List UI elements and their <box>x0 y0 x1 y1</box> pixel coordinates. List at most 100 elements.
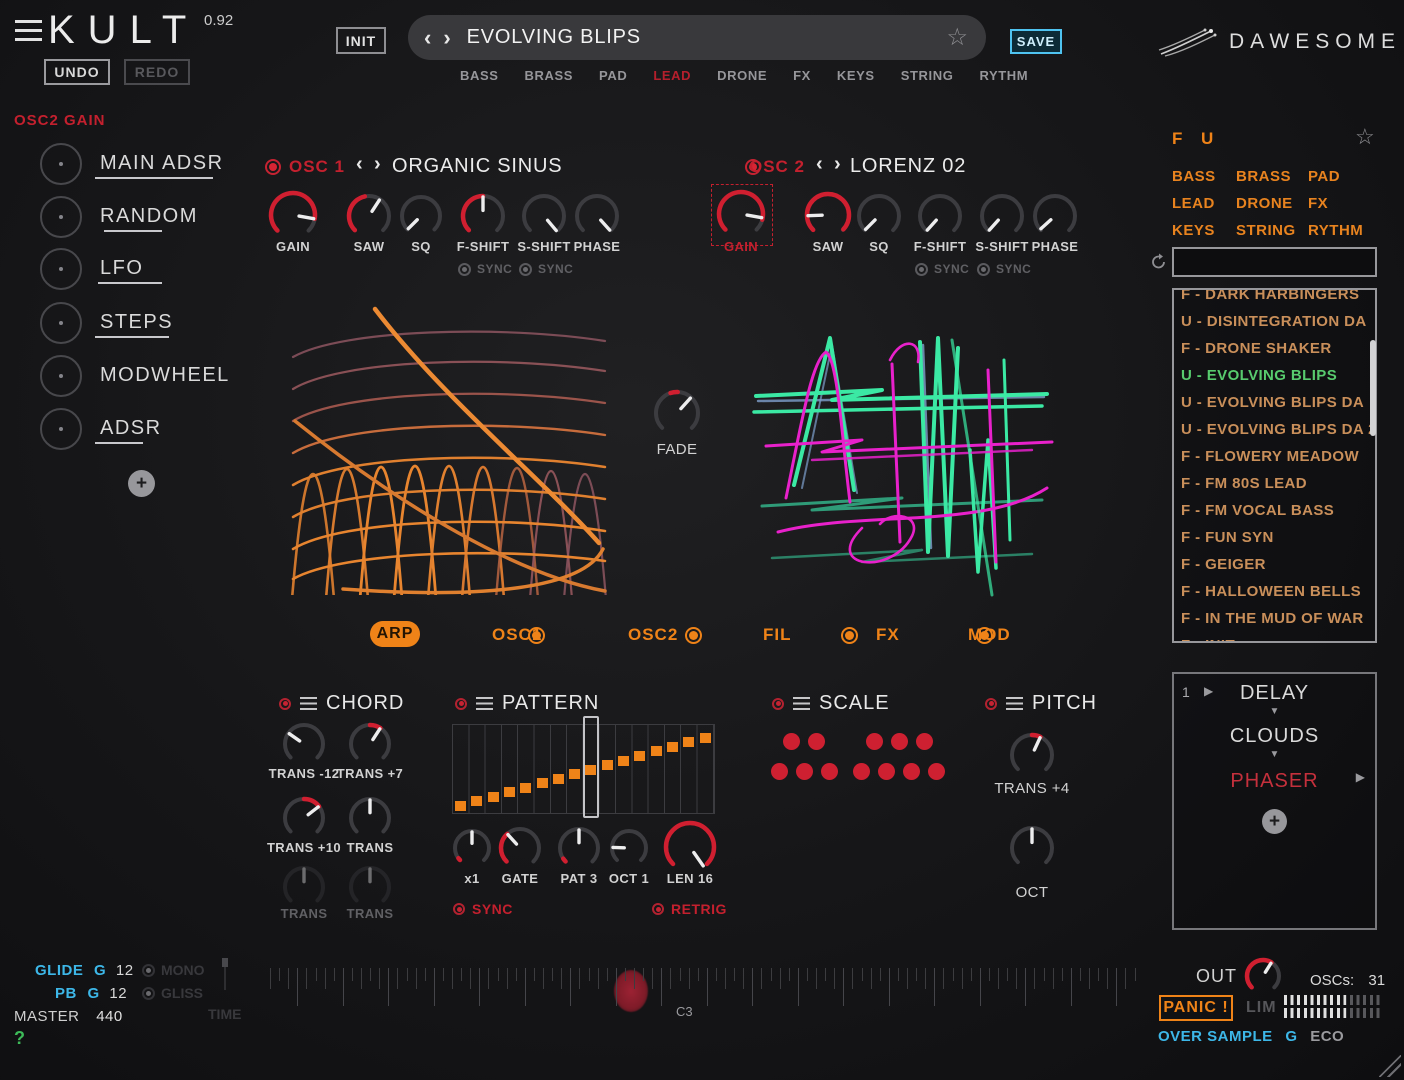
mod-amount-knob[interactable] <box>40 196 82 238</box>
osc1-wave-name[interactable]: ORGANIC SINUS <box>392 155 562 178</box>
osc2-gain-knob[interactable] <box>715 188 767 240</box>
add-fx-button[interactable]: + <box>1262 809 1287 834</box>
glide-setting[interactable]: GLIDE G 12 <box>35 962 134 979</box>
preset-list[interactable]: F - DARK HARBINGERS U - DISINTEGRATION D… <box>1172 288 1377 643</box>
mod-amount-knob[interactable] <box>40 143 82 185</box>
mod-slot-random[interactable]: RANDOM <box>0 196 240 238</box>
preset-item[interactable]: F - IN THE MUD OF WAR <box>1174 605 1375 632</box>
osc2-wave-next-icon[interactable]: › <box>834 154 841 174</box>
scale-note-g[interactable] <box>878 763 895 780</box>
preset-prev-icon[interactable]: ‹ <box>424 26 431 49</box>
panic-button[interactable]: PANIC ! <box>1159 995 1233 1021</box>
osc1-enable-led[interactable] <box>265 159 281 175</box>
sync-radio-icon[interactable] <box>915 262 928 276</box>
mod-slot-main-adsr[interactable]: MAIN ADSR <box>0 143 240 185</box>
preset-item[interactable]: F - FUN SYN <box>1174 524 1375 551</box>
pattern-retrig-toggle[interactable]: RETRIG <box>652 901 727 917</box>
mod-amount-slider[interactable] <box>95 442 143 444</box>
osc2-fshift-knob[interactable] <box>916 192 964 240</box>
preset-item[interactable]: F - FM VOCAL BASS <box>1174 497 1375 524</box>
pattern-menu-icon[interactable] <box>476 697 493 710</box>
chord-trans4-knob[interactable] <box>347 795 393 841</box>
master-tune-setting[interactable]: MASTER 440 <box>14 1008 123 1025</box>
tab-fx[interactable]: FX <box>876 625 900 645</box>
scale-enable-led[interactable] <box>772 697 784 710</box>
chord-trans1-knob[interactable] <box>281 721 327 767</box>
redo-button[interactable]: REDO <box>124 59 190 85</box>
osc2-saw-knob[interactable] <box>803 190 853 240</box>
pattern-step[interactable] <box>618 755 629 766</box>
keyboard-strip[interactable]: C3 <box>270 966 1138 1019</box>
pattern-step[interactable] <box>487 791 499 802</box>
tab-osc2-led[interactable] <box>684 627 702 644</box>
pattern-step[interactable] <box>455 801 466 811</box>
category-tab-brass[interactable]: BRASS <box>525 68 574 83</box>
preset-item[interactable]: F - DARK HARBINGERS <box>1174 290 1375 308</box>
osc1-saw-knob[interactable] <box>345 192 393 240</box>
osc1-sq-knob[interactable] <box>398 193 444 239</box>
osc-fade-knob[interactable] <box>652 388 702 438</box>
browser-cat-drone[interactable]: DRONE <box>1236 195 1293 212</box>
osc1-wave-next-icon[interactable]: › <box>374 154 381 174</box>
scale-note-gsharp[interactable] <box>891 733 908 750</box>
sync-led[interactable] <box>453 903 465 915</box>
browser-cat-fx[interactable]: FX <box>1308 195 1328 212</box>
category-tab-string[interactable]: STRING <box>901 68 954 83</box>
browser-cat-pad[interactable]: PAD <box>1308 168 1340 185</box>
pattern-step[interactable] <box>634 750 646 761</box>
preset-item[interactable]: F - DRONE SHAKER <box>1174 335 1375 362</box>
pattern-gate-knob[interactable] <box>497 825 543 871</box>
fx-delay-dropdown-icon[interactable]: ▼ <box>1174 707 1375 717</box>
preset-item[interactable]: U - EVOLVING BLIPS DA 2 <box>1174 416 1375 443</box>
mod-slot-lfo[interactable]: LFO <box>0 248 240 290</box>
preset-next-icon[interactable]: › <box>443 26 450 49</box>
chord-trans6-knob[interactable] <box>347 864 393 910</box>
preset-search-input[interactable] <box>1172 247 1377 277</box>
osc1-fshift-knob[interactable] <box>459 192 507 240</box>
scale-menu-icon[interactable] <box>793 697 810 710</box>
tab-mod[interactable]: MOD <box>968 625 1011 645</box>
gliss-radio-icon[interactable] <box>142 986 155 1000</box>
mono-toggle[interactable]: MONO <box>142 962 205 978</box>
scale-note-b[interactable] <box>928 763 945 780</box>
mod-amount-slider[interactable] <box>95 177 213 179</box>
init-button[interactable]: INIT <box>336 27 386 54</box>
preset-list-scrollbar[interactable] <box>1370 340 1376 436</box>
preset-item[interactable]: F - GEIGER <box>1174 551 1375 578</box>
pattern-step[interactable] <box>650 746 662 757</box>
pattern-step[interactable] <box>552 773 564 784</box>
fx-item-clouds[interactable]: CLOUDS <box>1174 725 1375 748</box>
tab-osc1[interactable]: OSC1 <box>492 625 542 645</box>
retrig-led[interactable] <box>652 903 664 915</box>
out-volume-knob[interactable] <box>1243 956 1283 996</box>
pattern-len-knob[interactable] <box>662 819 718 875</box>
pitch-enable-led[interactable] <box>985 697 997 710</box>
window-resize-handle[interactable] <box>1379 1055 1401 1077</box>
pattern-oct-knob[interactable] <box>608 827 650 869</box>
browser-cat-keys[interactable]: KEYS <box>1172 222 1215 239</box>
favorite-star-icon[interactable]: ☆ <box>946 25 968 50</box>
preset-item[interactable]: F - FLOWERY MEADOW <box>1174 443 1375 470</box>
scale-note-e[interactable] <box>821 763 838 780</box>
preset-bar[interactable]: ‹ › EVOLVING BLIPS ☆ <box>408 15 986 60</box>
pattern-step[interactable] <box>683 737 695 748</box>
fx-phaser-expand-icon[interactable]: ▶ <box>1356 771 1365 783</box>
oversample-setting[interactable]: OVER SAMPLE G ECO <box>1158 1028 1344 1045</box>
osc2-sq-knob[interactable] <box>855 192 903 240</box>
osc2-sshift-knob[interactable] <box>978 192 1026 240</box>
mono-radio-icon[interactable] <box>142 963 155 977</box>
add-modulator-button[interactable]: + <box>128 470 155 497</box>
mod-amount-knob[interactable] <box>40 302 82 344</box>
mod-slot-adsr[interactable]: ADSR <box>0 408 240 450</box>
pattern-step[interactable] <box>666 741 678 752</box>
pattern-step-grid[interactable] <box>452 716 715 818</box>
preset-item[interactable]: U - DISINTEGRATION DA <box>1174 308 1375 335</box>
category-tab-lead[interactable]: LEAD <box>653 68 691 83</box>
pitch-oct-knob[interactable] <box>1008 824 1056 872</box>
osc1-phase-knob[interactable] <box>573 192 621 240</box>
preset-item[interactable]: U - EVOLVING BLIPS DA <box>1174 389 1375 416</box>
tab-fil-led[interactable] <box>841 627 859 644</box>
refresh-icon[interactable] <box>1150 253 1168 271</box>
fx-item-phaser[interactable]: PHASER <box>1174 770 1375 793</box>
fx-slot-expand-icon[interactable]: ▶ <box>1204 685 1213 697</box>
